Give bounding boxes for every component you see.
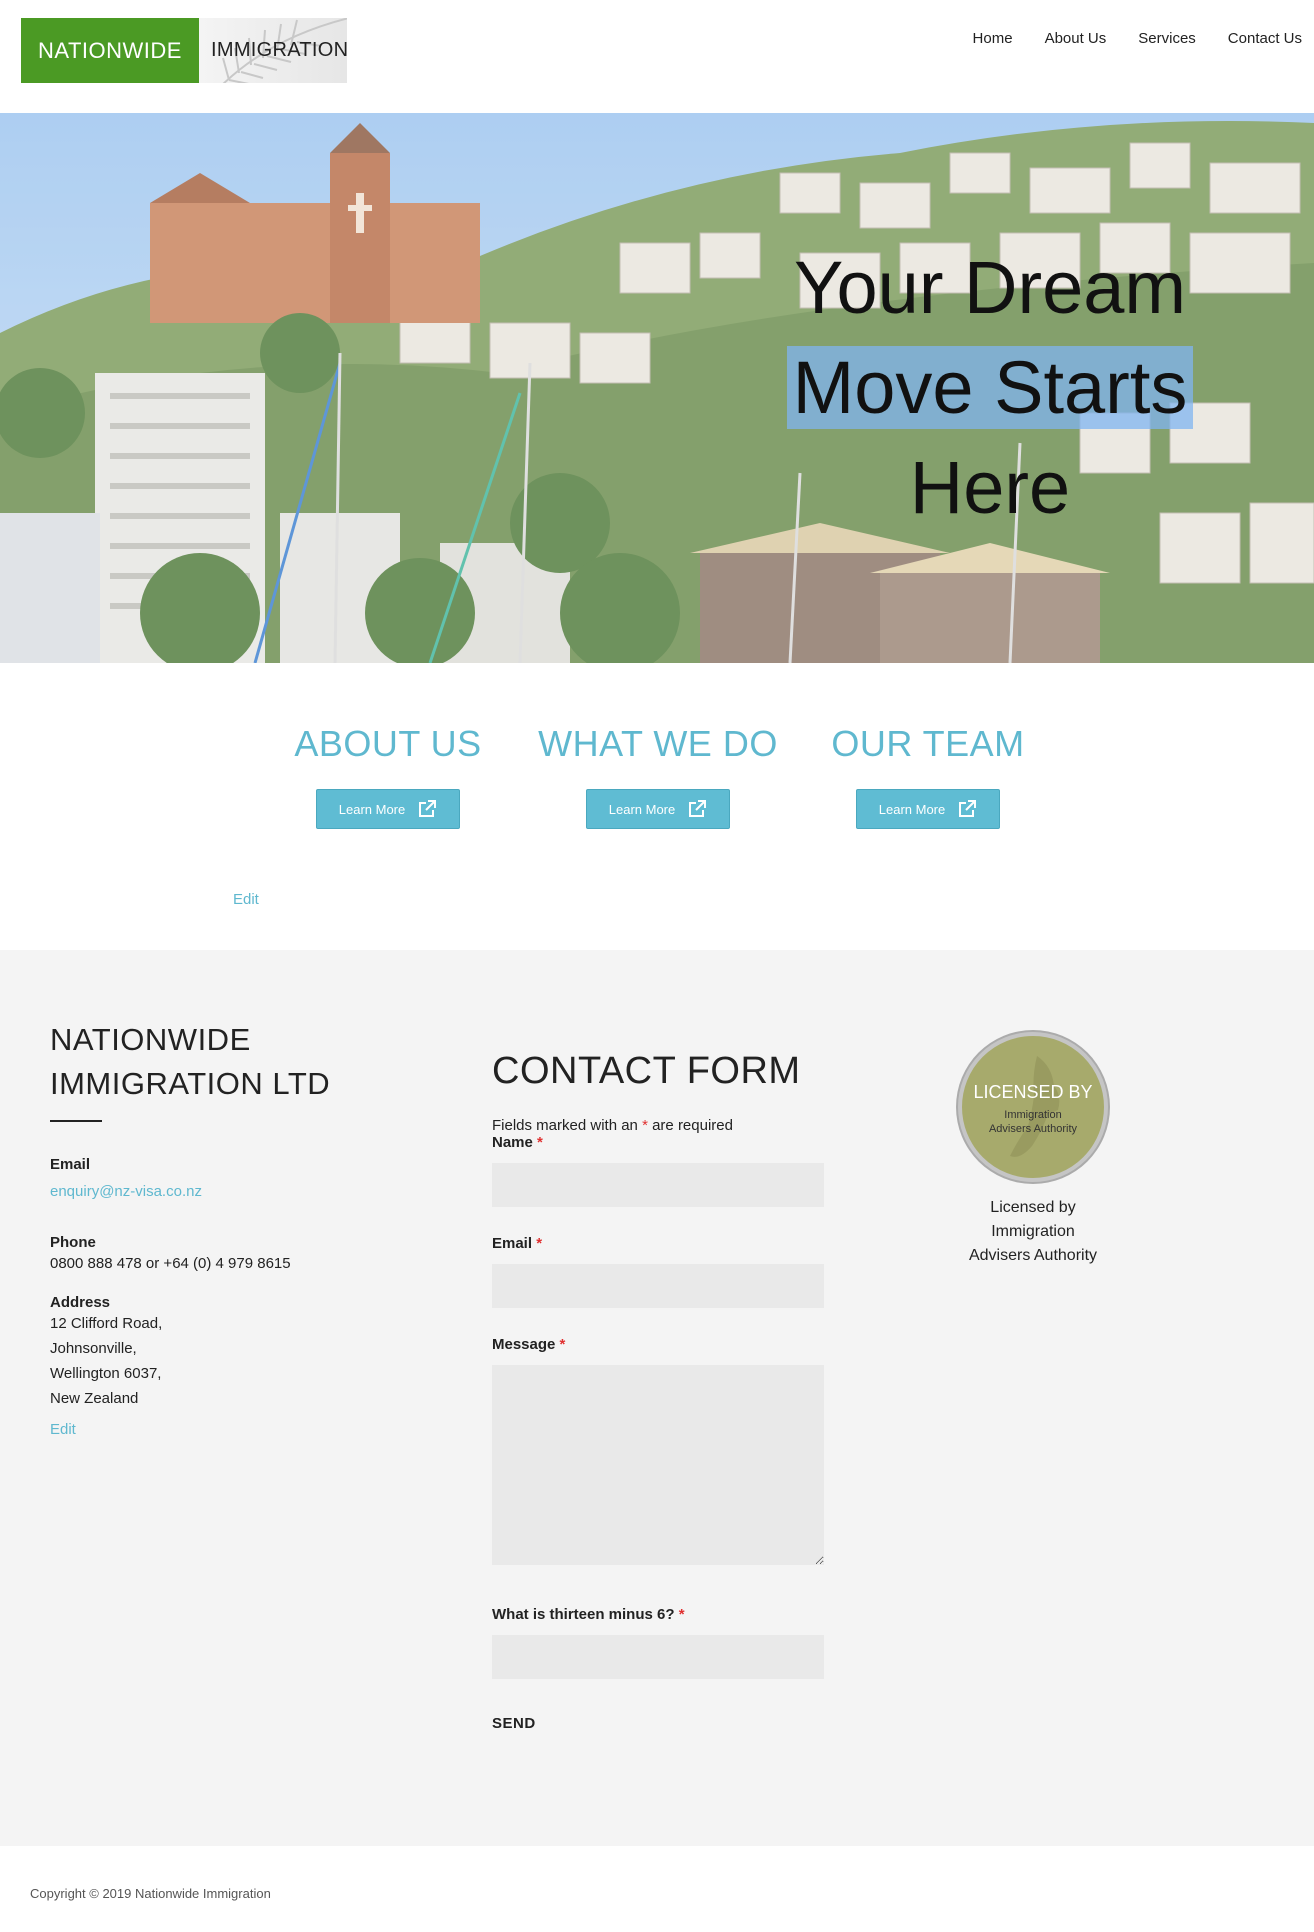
nz-map-icon <box>1010 1056 1060 1157</box>
divider <box>50 1120 102 1122</box>
logo-right: IMMIGRATION <box>199 18 347 83</box>
message-label-text: Message <box>492 1336 556 1353</box>
license-badge-section: LICENSED BY Immigration Advisers Authori… <box>948 1032 1118 1268</box>
license-badge: LICENSED BY Immigration Advisers Authori… <box>958 1032 1108 1182</box>
nav-services[interactable]: Services <box>1138 30 1196 47</box>
feature-what-we-do: WHAT WE DO Learn More <box>538 723 778 829</box>
send-button[interactable]: SEND <box>492 1715 536 1732</box>
nav-home[interactable]: Home <box>973 30 1013 47</box>
site-header: NATIONWIDE IMMIGRATION Home About Us Ser… <box>0 0 1314 113</box>
site-logo[interactable]: NATIONWIDE IMMIGRATION <box>21 18 347 83</box>
feature-our-team: OUR TEAM Learn More <box>808 723 1048 829</box>
badge-caption-line-1: Licensed by <box>990 1199 1076 1216</box>
name-field[interactable] <box>492 1163 824 1207</box>
required-note-before: Fields marked with an <box>492 1117 638 1134</box>
hero-banner: Your Dream Move Starts Here <box>0 113 1314 663</box>
captcha-label: What is thirteen minus 6? * <box>492 1606 824 1623</box>
captcha-label-text: What is thirteen minus 6? <box>492 1606 675 1623</box>
feature-about-us: ABOUT US Learn More <box>268 723 508 829</box>
hero-line-1: Your Dream <box>793 246 1187 329</box>
badge-caption-line-3: Advisers Authority <box>968 1247 1098 1264</box>
external-link-icon <box>689 800 707 817</box>
company-info: NATIONWIDE IMMIGRATION LTD Email enquiry… <box>50 1018 380 1438</box>
hero-line-2: Move Starts <box>786 346 1194 429</box>
badge-subtitle-line-2: Advisers Authority <box>988 1123 1078 1135</box>
phone-value: 0800 888 478 or +64 (0) 4 979 8615 <box>50 1255 291 1272</box>
badge-caption: Licensed by Immigration Advisers Authori… <box>948 1196 1118 1268</box>
what-we-do-learn-more-button[interactable]: Learn More <box>586 789 730 829</box>
contact-form: CONTACT FORM Fields marked with an * are… <box>492 1050 824 1733</box>
email-field-label: Email * <box>492 1235 824 1252</box>
name-label-text: Name <box>492 1134 533 1151</box>
badge-subtitle-line-1: Immigration <box>1004 1109 1062 1121</box>
company-name: NATIONWIDE IMMIGRATION LTD <box>50 1018 380 1106</box>
name-label: Name * <box>492 1134 824 1151</box>
features-section: ABOUT US Learn More WHAT WE DO Learn Mor… <box>0 663 1314 950</box>
company-name-line-1: NATIONWIDE <box>50 1022 251 1057</box>
required-star: * <box>559 1336 566 1353</box>
external-link-icon <box>419 800 437 817</box>
contact-form-title: CONTACT FORM <box>492 1050 801 1092</box>
company-name-line-2: IMMIGRATION LTD <box>50 1066 331 1101</box>
message-field[interactable] <box>492 1365 824 1565</box>
required-star: * <box>678 1606 685 1623</box>
required-note-star: * <box>642 1117 648 1134</box>
company-edit-link[interactable]: Edit <box>50 1421 380 1438</box>
address-line-3: Wellington 6037, <box>50 1365 162 1382</box>
message-label: Message * <box>492 1336 824 1353</box>
logo-left: NATIONWIDE <box>21 18 199 83</box>
address-line-2: Johnsonville, <box>50 1340 137 1357</box>
our-team-learn-more-button[interactable]: Learn More <box>856 789 1000 829</box>
nav-contact-us[interactable]: Contact Us <box>1228 30 1302 47</box>
button-label: Learn More <box>878 801 946 817</box>
address-line-4: New Zealand <box>50 1390 139 1407</box>
logo-right-text: IMMIGRATION <box>211 39 347 61</box>
footer-content: NATIONWIDE IMMIGRATION LTD Email enquiry… <box>0 950 1314 1846</box>
nav-about-us[interactable]: About Us <box>1045 30 1107 47</box>
badge-title: LICENSED BY <box>973 1082 1093 1102</box>
feature-title: OUR TEAM <box>831 723 1025 764</box>
logo-left-text: NATIONWIDE <box>38 37 182 63</box>
email-label-text: Email <box>492 1235 533 1252</box>
address-label: Address <box>50 1294 111 1311</box>
features-edit-link[interactable]: Edit <box>233 891 259 908</box>
badge-caption-line-2: Immigration <box>991 1223 1075 1240</box>
about-us-learn-more-button[interactable]: Learn More <box>316 789 460 829</box>
badge-subtitle: Immigration Advisers Authority <box>962 1108 1104 1136</box>
button-label: Learn More <box>338 801 406 817</box>
button-label: Learn More <box>608 801 676 817</box>
required-note: Fields marked with an * are required <box>492 1117 824 1134</box>
email-field[interactable] <box>492 1264 824 1308</box>
email-label: Email <box>50 1156 91 1173</box>
hero-line-3: Here <box>909 446 1071 529</box>
hero-heading: Your Dream Move Starts Here <box>770 238 1210 538</box>
feature-title: ABOUT US <box>294 723 482 764</box>
external-link-icon <box>959 800 977 817</box>
feature-title: WHAT WE DO <box>538 723 778 764</box>
address-line-1: 12 Clifford Road, <box>50 1315 163 1332</box>
required-star: * <box>537 1134 543 1151</box>
email-link[interactable]: enquiry@nz-visa.co.nz <box>50 1183 380 1200</box>
required-star: * <box>536 1235 543 1252</box>
required-note-after: are required <box>652 1117 733 1134</box>
main-nav: Home About Us Services Contact Us <box>973 30 1302 47</box>
copyright: Copyright © 2019 Nationwide Immigration <box>30 1886 271 1901</box>
phone-label: Phone <box>50 1234 96 1251</box>
captcha-field[interactable] <box>492 1635 824 1679</box>
